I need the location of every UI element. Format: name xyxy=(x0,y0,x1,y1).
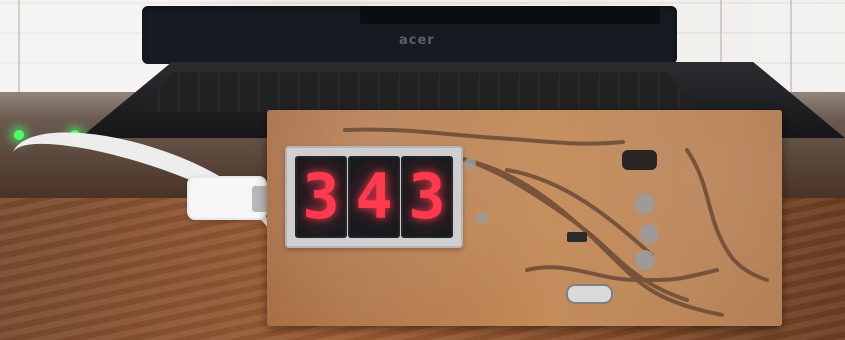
digit-window: 3 xyxy=(295,156,347,238)
display-digit-2: 4 xyxy=(355,160,393,233)
laptop-logo-text: acer xyxy=(399,33,435,48)
laptop-keyboard xyxy=(140,72,700,112)
digit-window: 4 xyxy=(348,156,400,238)
display-digit-1: 3 xyxy=(302,160,340,233)
laptop-screen-strip xyxy=(360,6,660,24)
display-digit-3: 3 xyxy=(408,160,446,233)
seven-segment-display-icon: 3 4 3 xyxy=(285,146,463,248)
status-led-left xyxy=(14,130,24,140)
wall-brick-line xyxy=(18,0,20,92)
photo-scene: acer 3 4 3 xyxy=(0,0,845,340)
wall-brick-line xyxy=(790,0,792,92)
digit-window: 3 xyxy=(401,156,453,238)
